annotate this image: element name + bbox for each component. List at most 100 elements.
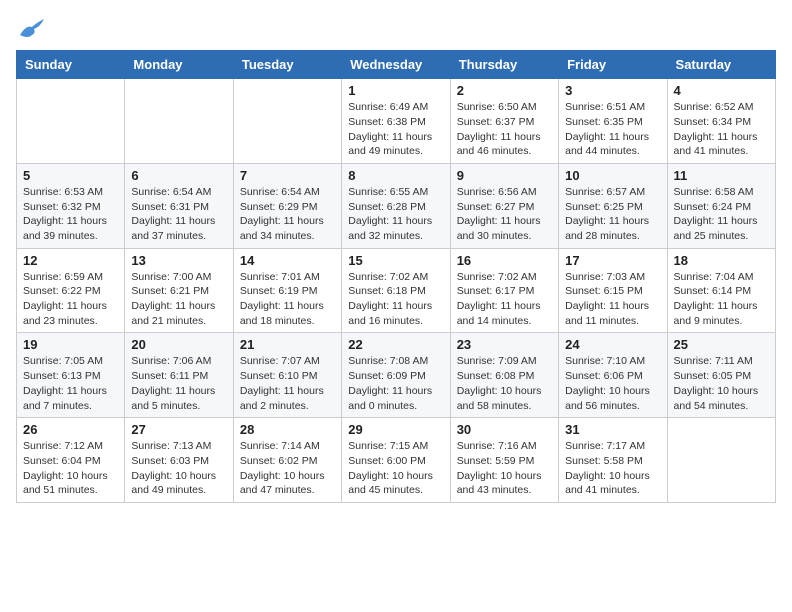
day-info: Sunrise: 7:11 AMSunset: 6:05 PMDaylight:… [674,354,769,413]
calendar-cell: 2Sunrise: 6:50 AMSunset: 6:37 PMDaylight… [450,79,558,164]
day-info: Sunrise: 7:02 AMSunset: 6:18 PMDaylight:… [348,270,443,329]
page-header [16,16,776,40]
weekday-header-thursday: Thursday [450,51,558,79]
calendar-cell: 10 Sunrise: 6:57 AMSunset: 6:25 PMDayligh… [559,163,667,248]
calendar-cell: 16Sunrise: 7:02 AMSunset: 6:17 PMDayligh… [450,248,558,333]
calendar-cell: 14Sunrise: 7:01 AMSunset: 6:19 PMDayligh… [233,248,341,333]
day-info: Sunrise: 7:05 AMSunset: 6:13 PMDaylight:… [23,354,118,413]
day-info: Sunrise: 7:15 AMSunset: 6:00 PMDaylight:… [348,439,443,498]
day-number: 6 [131,168,226,183]
weekday-header-sunday: Sunday [17,51,125,79]
calendar-cell: 13Sunrise: 7:00 AMSunset: 6:21 PMDayligh… [125,248,233,333]
day-number: 15 [348,253,443,268]
day-info: Sunrise: 7:06 AMSunset: 6:11 PMDaylight:… [131,354,226,413]
calendar-cell: 23 Sunrise: 7:09 AMSunset: 6:08 PMDayligh… [450,333,558,418]
calendar-cell: 31 Sunrise: 7:17 AMSunset: 5:58 PMDayligh… [559,418,667,503]
day-info: Sunrise: 7:12 AMSunset: 6:04 PMDaylight:… [23,439,118,498]
day-number: 1 [348,83,443,98]
day-number: 29 [348,422,443,437]
calendar-cell: 25 Sunrise: 7:11 AMSunset: 6:05 PMDayligh… [667,333,775,418]
day-number: 18 [674,253,769,268]
day-info: Sunrise: 6:57 AMSunset: 6:25 PMDaylight:… [565,185,660,244]
calendar-cell: 5Sunrise: 6:53 AMSunset: 6:32 PMDaylight… [17,163,125,248]
calendar-cell: 8 Sunrise: 6:55 AMSunset: 6:28 PMDaylight… [342,163,450,248]
day-number: 19 [23,337,118,352]
calendar-cell: 22 Sunrise: 7:08 AMSunset: 6:09 PMDayligh… [342,333,450,418]
day-number: 22 [348,337,443,352]
calendar-header-row: SundayMondayTuesdayWednesdayThursdayFrid… [17,51,776,79]
calendar-cell: 11 Sunrise: 6:58 AMSunset: 6:24 PMDayligh… [667,163,775,248]
day-info: Sunrise: 7:07 AMSunset: 6:10 PMDaylight:… [240,354,335,413]
calendar-cell: 4Sunrise: 6:52 AMSunset: 6:34 PMDaylight… [667,79,775,164]
day-number: 8 [348,168,443,183]
day-number: 23 [457,337,552,352]
day-number: 12 [23,253,118,268]
day-number: 11 [674,168,769,183]
calendar-cell [17,79,125,164]
day-info: Sunrise: 7:10 AMSunset: 6:06 PMDaylight:… [565,354,660,413]
day-number: 7 [240,168,335,183]
day-number: 10 [565,168,660,183]
day-info: Sunrise: 7:14 AMSunset: 6:02 PMDaylight:… [240,439,335,498]
day-number: 16 [457,253,552,268]
day-info: Sunrise: 7:13 AMSunset: 6:03 PMDaylight:… [131,439,226,498]
calendar-cell: 27 Sunrise: 7:13 AMSunset: 6:03 PMDayligh… [125,418,233,503]
day-number: 26 [23,422,118,437]
logo [16,16,46,40]
day-number: 24 [565,337,660,352]
calendar-cell [125,79,233,164]
day-info: Sunrise: 7:16 AMSunset: 5:59 PMDaylight:… [457,439,552,498]
day-info: Sunrise: 7:08 AMSunset: 6:09 PMDaylight:… [348,354,443,413]
day-number: 9 [457,168,552,183]
day-info: Sunrise: 6:54 AMSunset: 6:29 PMDaylight:… [240,185,335,244]
day-number: 31 [565,422,660,437]
calendar-week-row: 1Sunrise: 6:49 AMSunset: 6:38 PMDaylight… [17,79,776,164]
calendar-week-row: 26 Sunrise: 7:12 AMSunset: 6:04 PMDayligh… [17,418,776,503]
calendar-cell: 6Sunrise: 6:54 AMSunset: 6:31 PMDaylight… [125,163,233,248]
calendar-cell: 15 Sunrise: 7:02 AMSunset: 6:18 PMDayligh… [342,248,450,333]
calendar-cell: 21 Sunrise: 7:07 AMSunset: 6:10 PMDayligh… [233,333,341,418]
calendar-cell: 7 Sunrise: 6:54 AMSunset: 6:29 PMDaylight… [233,163,341,248]
calendar-cell: 28 Sunrise: 7:14 AMSunset: 6:02 PMDayligh… [233,418,341,503]
day-number: 20 [131,337,226,352]
day-info: Sunrise: 6:55 AMSunset: 6:28 PMDaylight:… [348,185,443,244]
day-info: Sunrise: 6:53 AMSunset: 6:32 PMDaylight:… [23,185,118,244]
calendar-week-row: 12 Sunrise: 6:59 AMSunset: 6:22 PMDayligh… [17,248,776,333]
weekday-header-tuesday: Tuesday [233,51,341,79]
day-info: Sunrise: 6:58 AMSunset: 6:24 PMDaylight:… [674,185,769,244]
day-number: 28 [240,422,335,437]
calendar-cell: 29 Sunrise: 7:15 AMSunset: 6:00 PMDayligh… [342,418,450,503]
day-info: Sunrise: 7:01 AMSunset: 6:19 PMDaylight:… [240,270,335,329]
calendar-cell: 17Sunrise: 7:03 AMSunset: 6:15 PMDayligh… [559,248,667,333]
day-info: Sunrise: 6:50 AMSunset: 6:37 PMDaylight:… [457,100,552,159]
day-number: 30 [457,422,552,437]
day-number: 21 [240,337,335,352]
calendar-cell [233,79,341,164]
day-info: Sunrise: 6:52 AMSunset: 6:34 PMDaylight:… [674,100,769,159]
day-info: Sunrise: 6:59 AMSunset: 6:22 PMDaylight:… [23,270,118,329]
logo-bird-icon [18,17,46,39]
day-info: Sunrise: 6:51 AMSunset: 6:35 PMDaylight:… [565,100,660,159]
day-number: 25 [674,337,769,352]
calendar-cell [667,418,775,503]
day-number: 27 [131,422,226,437]
calendar-cell: 24 Sunrise: 7:10 AMSunset: 6:06 PMDayligh… [559,333,667,418]
calendar-cell: 3 Sunrise: 6:51 AMSunset: 6:35 PMDaylight… [559,79,667,164]
calendar-table: SundayMondayTuesdayWednesdayThursdayFrid… [16,50,776,503]
calendar-cell: 19 Sunrise: 7:05 AMSunset: 6:13 PMDayligh… [17,333,125,418]
day-number: 13 [131,253,226,268]
day-info: Sunrise: 7:17 AMSunset: 5:58 PMDaylight:… [565,439,660,498]
weekday-header-friday: Friday [559,51,667,79]
calendar-week-row: 19 Sunrise: 7:05 AMSunset: 6:13 PMDayligh… [17,333,776,418]
calendar-cell: 26 Sunrise: 7:12 AMSunset: 6:04 PMDayligh… [17,418,125,503]
calendar-cell: 1Sunrise: 6:49 AMSunset: 6:38 PMDaylight… [342,79,450,164]
day-number: 17 [565,253,660,268]
weekday-header-saturday: Saturday [667,51,775,79]
weekday-header-monday: Monday [125,51,233,79]
day-number: 3 [565,83,660,98]
day-info: Sunrise: 7:04 AMSunset: 6:14 PMDaylight:… [674,270,769,329]
calendar-cell: 30 Sunrise: 7:16 AMSunset: 5:59 PMDayligh… [450,418,558,503]
weekday-header-wednesday: Wednesday [342,51,450,79]
calendar-cell: 18 Sunrise: 7:04 AMSunset: 6:14 PMDayligh… [667,248,775,333]
day-info: Sunrise: 7:09 AMSunset: 6:08 PMDaylight:… [457,354,552,413]
